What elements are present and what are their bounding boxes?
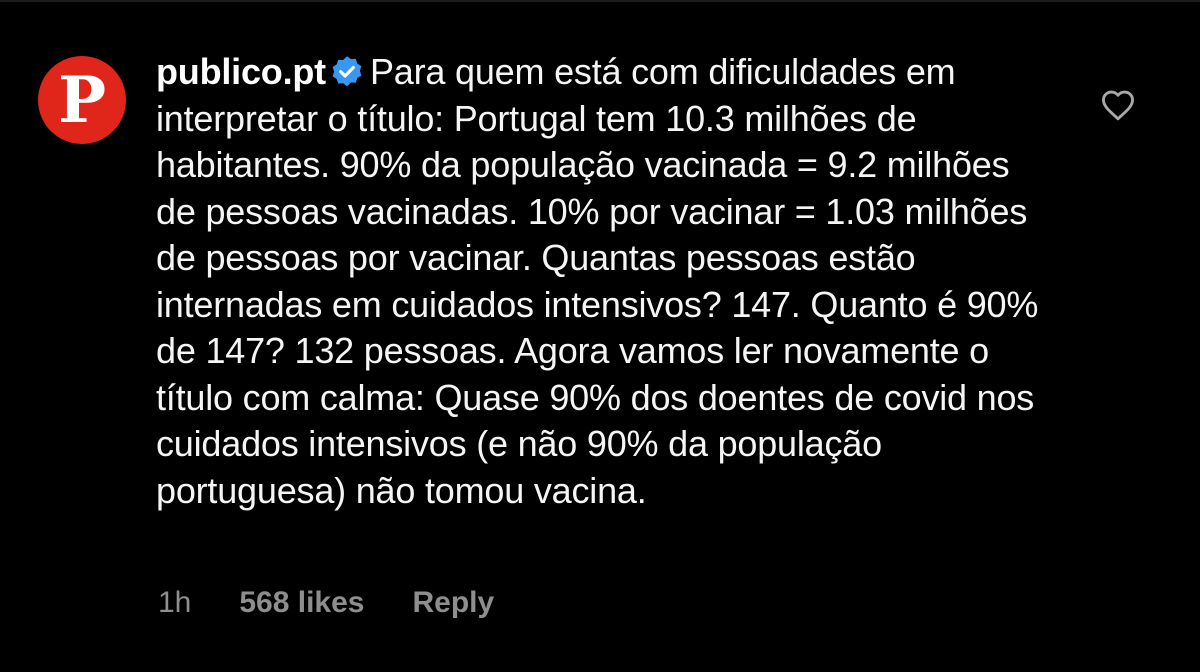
comment-meta: 1h 568 likes Reply xyxy=(158,585,494,621)
comment-text: Para quem está com dificuldades em inter… xyxy=(156,51,1039,511)
verified-badge-icon xyxy=(332,56,362,87)
avatar[interactable]: P xyxy=(38,56,126,144)
reply-button[interactable]: Reply xyxy=(413,585,495,621)
comment-body: publico.pt Para quem está com dificuldad… xyxy=(156,49,1056,514)
avatar-logo-letter: P xyxy=(57,63,107,138)
likes-count[interactable]: 568 likes xyxy=(239,585,364,621)
heart-outline-icon[interactable] xyxy=(1100,88,1136,122)
comment-timestamp: 1h xyxy=(158,586,192,619)
comment-username[interactable]: publico.pt xyxy=(156,51,326,92)
comment: P publico.pt Para quem está com dificuld… xyxy=(0,0,1200,672)
